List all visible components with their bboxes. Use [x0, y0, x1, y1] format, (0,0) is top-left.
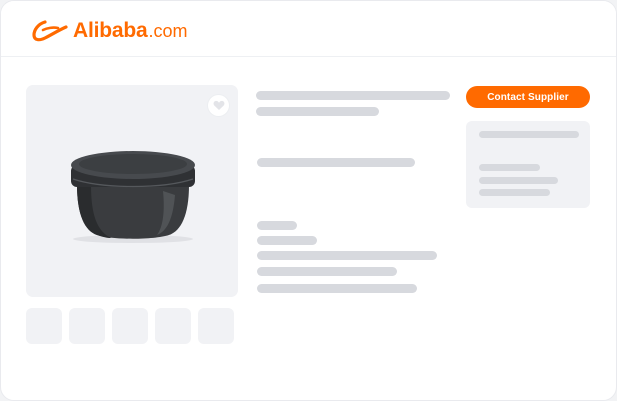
thumbnail[interactable]: [69, 308, 105, 344]
title-placeholder-line: [256, 91, 450, 100]
brand-suffix: .com: [148, 21, 188, 41]
favorite-button[interactable]: [208, 95, 229, 116]
browser-window: Alibaba .com Contact Supplier: [0, 0, 617, 401]
price-placeholder-line: [257, 158, 415, 167]
attribute-placeholder-line: [257, 251, 437, 260]
thumbnail[interactable]: [112, 308, 148, 344]
site-header: Alibaba .com: [1, 1, 616, 57]
thumbnail[interactable]: [26, 308, 62, 344]
thumbnail[interactable]: [198, 308, 234, 344]
attribute-placeholder-line: [257, 221, 297, 230]
attribute-placeholder-line: [257, 267, 397, 276]
supplier-placeholder-line: [479, 177, 558, 184]
title-placeholder-line: [256, 107, 379, 116]
attribute-placeholder-line: [257, 236, 317, 245]
thumbnail-strip: [26, 308, 234, 344]
site-logo[interactable]: Alibaba .com: [31, 17, 187, 45]
attribute-placeholder-line: [257, 284, 417, 293]
alibaba-logo-icon: [32, 20, 68, 42]
contact-supplier-button[interactable]: Contact Supplier: [466, 86, 590, 108]
brand-name: Alibaba: [73, 19, 148, 42]
supplier-card: [466, 121, 590, 208]
thumbnail[interactable]: [155, 308, 191, 344]
supplier-placeholder-line: [479, 189, 550, 196]
supplier-placeholder-line: [479, 164, 540, 171]
product-main-image[interactable]: [26, 85, 238, 297]
supplier-placeholder-line: [479, 131, 579, 138]
heart-icon: [213, 100, 224, 110]
product-jar-image: [71, 151, 195, 243]
